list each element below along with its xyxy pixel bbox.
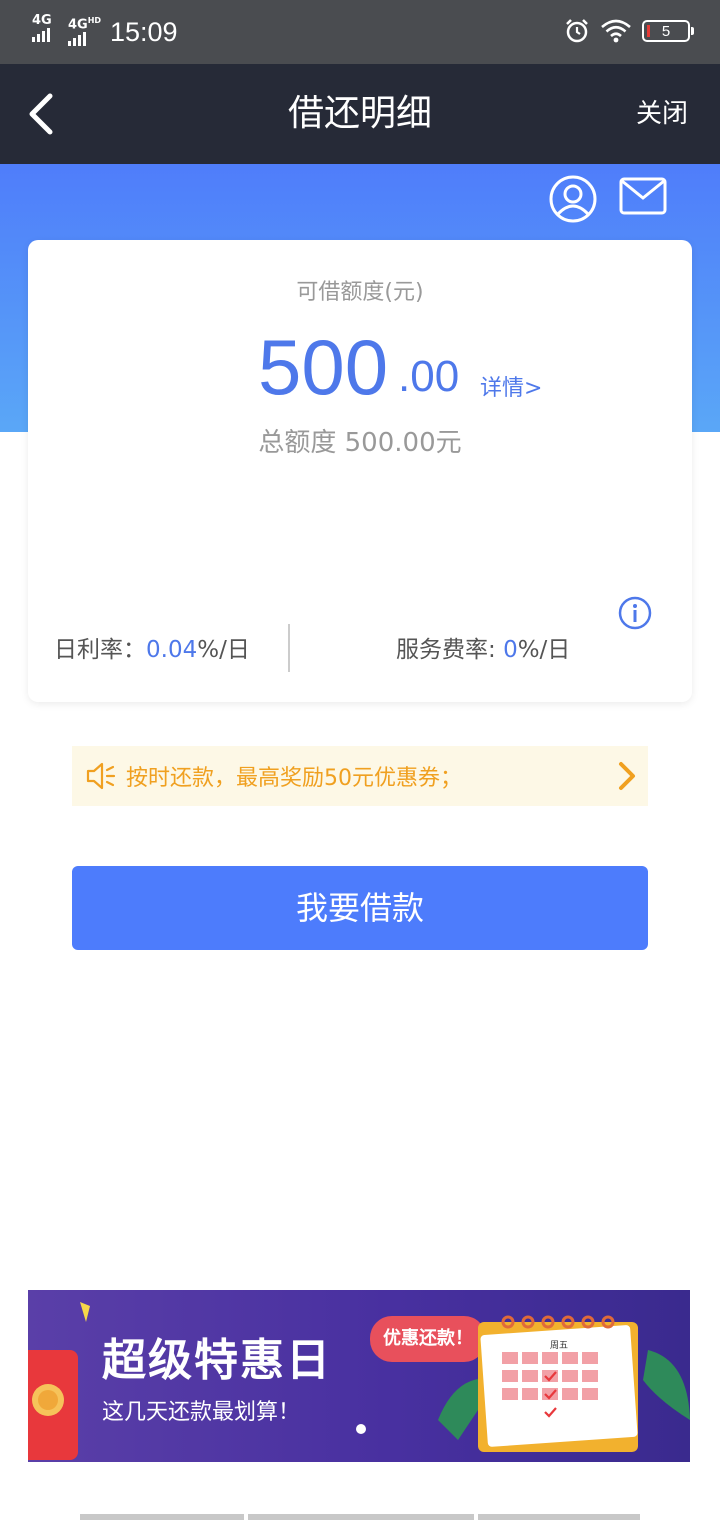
network-hd-label: HD — [87, 16, 102, 25]
chevron-right-icon — [619, 762, 635, 790]
promo-banner[interactable]: 超级特惠日 这几天还款最划算！ 优惠还款！ 周五 — [28, 1290, 690, 1462]
rate-divider — [288, 624, 290, 672]
status-right: 5 — [564, 18, 694, 44]
page-title: 借还明细 — [287, 93, 432, 134]
daily-rate-value: 0.04 — [146, 637, 198, 663]
total-limit: 总额度 500.00元 — [258, 428, 462, 458]
credit-card-panel: 可借额度(元) 500 .00 详情> 总额度 500.00元 日利率：0.04… — [28, 240, 692, 702]
calendar-label: 周五 — [550, 1340, 568, 1351]
mail-icon[interactable] — [618, 176, 668, 216]
signal-bars-icon — [32, 28, 50, 42]
service-rate: 服务费率: 0%/日 — [396, 630, 570, 664]
available-limit-label: 可借额度(元) — [296, 280, 424, 305]
status-time: 15:09 — [110, 17, 178, 47]
battery-level: 5 — [661, 22, 671, 40]
alarm-icon — [566, 19, 588, 43]
borrow-button[interactable]: 我要借款 — [72, 866, 648, 950]
service-rate-value: 0 — [503, 637, 518, 663]
carousel-dot[interactable] — [356, 1424, 366, 1434]
amount-decimal: .00 — [398, 352, 460, 401]
amount-integer: 500 — [258, 323, 389, 411]
network-label-2: 4GHD — [68, 14, 101, 31]
daily-rate: 日利率：0.04%/日 — [54, 630, 250, 664]
service-rate-unit: %/日 — [517, 637, 571, 663]
available-amount: 500 .00 — [28, 324, 692, 410]
wifi-icon — [601, 19, 631, 43]
promo-title: 超级特惠日 — [102, 1335, 332, 1386]
nav-bar: 借还明细 关闭 — [0, 64, 720, 164]
signal-2: 4GHD — [68, 14, 101, 47]
battery-icon: 5 — [642, 20, 694, 42]
network-label-1: 4G — [32, 13, 52, 28]
red-envelope-icon — [28, 1350, 78, 1460]
speaker-icon — [86, 762, 116, 790]
info-icon[interactable] — [618, 596, 652, 630]
daily-rate-label: 日利率： — [54, 637, 146, 663]
daily-rate-unit: %/日 — [197, 637, 250, 663]
notice-text: 按时还款，最高奖励50元优惠券； — [126, 766, 462, 791]
details-link[interactable]: 详情> — [480, 370, 542, 402]
status-bar: 4G 4GHD 15:09 5 — [0, 0, 720, 64]
service-rate-label: 服务费率: — [396, 637, 504, 663]
calendar-icon: 周五 — [438, 1315, 690, 1452]
confetti-icon — [80, 1302, 90, 1322]
bottom-indicator — [80, 1514, 640, 1520]
signal-1: 4G — [32, 14, 52, 42]
reward-notice[interactable]: 按时还款，最高奖励50元优惠券； — [72, 746, 648, 806]
close-button[interactable]: 关闭 — [636, 98, 688, 130]
signal-bars-icon — [68, 32, 86, 47]
network-label-2-text: 4G — [68, 17, 88, 33]
promo-subtitle: 这几天还款最划算！ — [102, 1400, 301, 1425]
user-icon[interactable] — [548, 174, 598, 224]
